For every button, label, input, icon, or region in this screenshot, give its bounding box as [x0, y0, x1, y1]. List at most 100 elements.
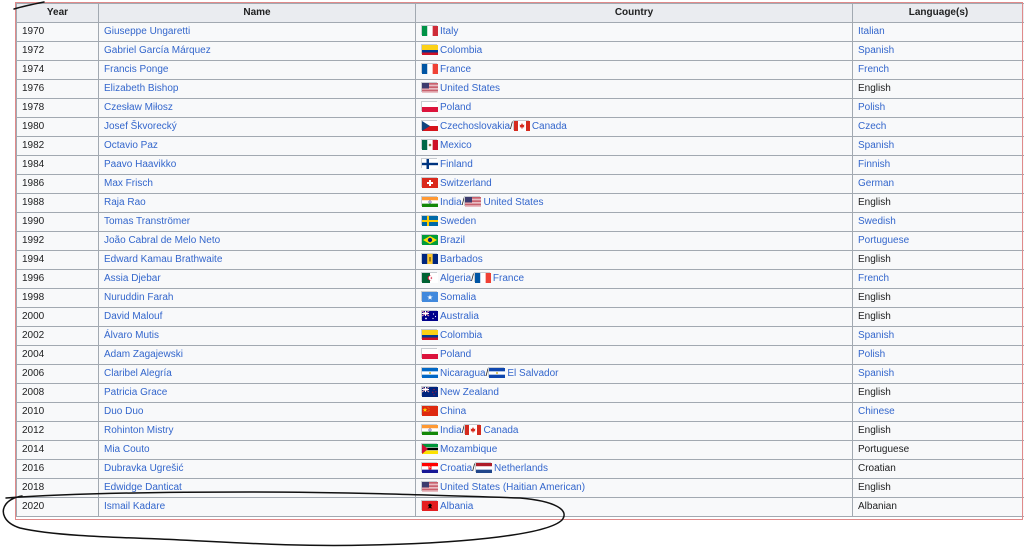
canada-flag-icon[interactable]	[512, 120, 530, 131]
laureate-link[interactable]: Álvaro Mutis	[104, 330, 159, 341]
laureate-link[interactable]: Elizabeth Bishop	[104, 83, 179, 94]
laureate-link[interactable]: Assia Djebar	[104, 273, 161, 284]
country-link[interactable]: Mexico	[440, 140, 472, 151]
canada-flag-icon[interactable]	[464, 424, 482, 435]
laureate-link[interactable]: Czesław Miłosz	[104, 102, 173, 113]
column-header-name[interactable]: Name	[98, 3, 416, 23]
country-link[interactable]: United States	[440, 83, 500, 94]
country-link[interactable]: India	[440, 425, 462, 436]
new-zealand-flag-icon[interactable]	[421, 386, 438, 397]
laureate-link[interactable]: Mia Couto	[104, 444, 150, 455]
laureate-link[interactable]: Adam Zagajewski	[104, 349, 183, 360]
india-flag-icon[interactable]	[421, 196, 438, 207]
country-link[interactable]: New Zealand	[440, 387, 499, 398]
nicaragua-flag-icon[interactable]	[421, 367, 438, 378]
india-flag-icon[interactable]	[421, 424, 438, 435]
poland-flag-icon[interactable]	[421, 101, 438, 112]
language-link[interactable]: Czech	[858, 121, 886, 132]
somalia-flag-icon[interactable]	[421, 291, 438, 302]
laureate-link[interactable]: Giuseppe Ungaretti	[104, 26, 190, 37]
country-link[interactable]: Australia	[440, 311, 479, 322]
laureate-link[interactable]: Octavio Paz	[104, 140, 158, 151]
language-link[interactable]: Chinese	[858, 406, 895, 417]
poland-flag-icon[interactable]	[421, 348, 438, 359]
language-link[interactable]: Spanish	[858, 45, 894, 56]
colombia-flag-icon[interactable]	[421, 329, 438, 340]
country-link[interactable]: United States	[483, 197, 543, 208]
language-link[interactable]: Portuguese	[858, 235, 909, 246]
albania-flag-icon[interactable]	[421, 500, 438, 511]
country-link[interactable]: Finland	[440, 159, 473, 170]
laureate-link[interactable]: Max Frisch	[104, 178, 153, 189]
laureate-link[interactable]: Paavo Haavikko	[104, 159, 176, 170]
finland-flag-icon[interactable]	[421, 158, 438, 169]
language-link[interactable]: French	[858, 64, 889, 75]
brazil-flag-icon[interactable]	[421, 234, 438, 245]
laureate-link[interactable]: Duo Duo	[104, 406, 143, 417]
laureate-link[interactable]: Patricia Grace	[104, 387, 167, 398]
switzerland-flag-icon[interactable]	[421, 177, 438, 188]
italy-flag-icon[interactable]	[421, 25, 438, 36]
country-link[interactable]: India	[440, 197, 462, 208]
laureate-link[interactable]: Edwidge Danticat	[104, 482, 182, 493]
mozambique-flag-icon[interactable]	[421, 443, 438, 454]
laureate-link[interactable]: Raja Rao	[104, 197, 146, 208]
column-header-languages[interactable]: Language(s)	[852, 3, 1024, 23]
laureate-link[interactable]: Ismail Kadare	[104, 501, 165, 512]
country-link[interactable]: Brazil	[440, 235, 465, 246]
laureate-link[interactable]: João Cabral de Melo Neto	[104, 235, 220, 246]
laureate-link[interactable]: Dubravka Ugrešić	[104, 463, 183, 474]
country-link[interactable]: Mozambique	[440, 444, 497, 455]
china-flag-icon[interactable]	[421, 405, 438, 416]
country-link[interactable]: France	[493, 273, 524, 284]
country-link[interactable]: Nicaragua	[440, 368, 486, 379]
column-header-country[interactable]: Country	[415, 3, 853, 23]
language-link[interactable]: Swedish	[858, 216, 896, 227]
mexico-flag-icon[interactable]	[421, 139, 438, 150]
country-link[interactable]: Barbados	[440, 254, 483, 265]
country-link[interactable]: United States (Haitian American)	[440, 482, 585, 493]
country-link[interactable]: Switzerland	[440, 178, 492, 189]
usa-flag-icon[interactable]	[421, 481, 438, 492]
laureate-link[interactable]: Claribel Alegría	[104, 368, 172, 379]
croatia-flag-icon[interactable]	[421, 462, 438, 473]
country-link[interactable]: Canada	[532, 121, 567, 132]
language-link[interactable]: Spanish	[858, 330, 894, 341]
country-link[interactable]: Poland	[440, 349, 471, 360]
laureate-link[interactable]: Rohinton Mistry	[104, 425, 173, 436]
france-flag-icon[interactable]	[421, 63, 438, 74]
colombia-flag-icon[interactable]	[421, 44, 438, 55]
column-header-year[interactable]: Year	[16, 3, 99, 23]
country-link[interactable]: El Salvador	[507, 368, 558, 379]
language-link[interactable]: French	[858, 273, 889, 284]
language-link[interactable]: Italian	[858, 26, 885, 37]
sweden-flag-icon[interactable]	[421, 215, 438, 226]
country-link[interactable]: Sweden	[440, 216, 476, 227]
barbados-flag-icon[interactable]	[421, 253, 438, 264]
country-link[interactable]: China	[440, 406, 466, 417]
country-link[interactable]: Czechoslovakia	[440, 121, 510, 132]
country-link[interactable]: France	[440, 64, 471, 75]
country-link[interactable]: Netherlands	[494, 463, 548, 474]
country-link[interactable]: Poland	[440, 102, 471, 113]
language-link[interactable]: Spanish	[858, 140, 894, 151]
laureate-link[interactable]: Josef Škvorecký	[104, 121, 177, 132]
algeria-flag-icon[interactable]	[421, 272, 438, 283]
laureate-link[interactable]: Francis Ponge	[104, 64, 168, 75]
country-link[interactable]: Colombia	[440, 45, 482, 56]
laureate-link[interactable]: Edward Kamau Brathwaite	[104, 254, 222, 265]
netherlands-flag-icon[interactable]	[475, 462, 493, 473]
language-link[interactable]: German	[858, 178, 894, 189]
czechoslovakia-flag-icon[interactable]	[421, 120, 438, 131]
country-link[interactable]: Algeria	[440, 273, 471, 284]
country-link[interactable]: Colombia	[440, 330, 482, 341]
laureate-link[interactable]: David Malouf	[104, 311, 162, 322]
usa-flag-icon[interactable]	[421, 82, 438, 93]
el-salvador-flag-icon[interactable]	[488, 367, 506, 378]
country-link[interactable]: Canada	[483, 425, 518, 436]
language-link[interactable]: Finnish	[858, 159, 890, 170]
language-link[interactable]: Polish	[858, 102, 885, 113]
laureate-link[interactable]: Gabriel García Márquez	[104, 45, 211, 56]
laureate-link[interactable]: Nuruddin Farah	[104, 292, 173, 303]
country-link[interactable]: Italy	[440, 26, 458, 37]
